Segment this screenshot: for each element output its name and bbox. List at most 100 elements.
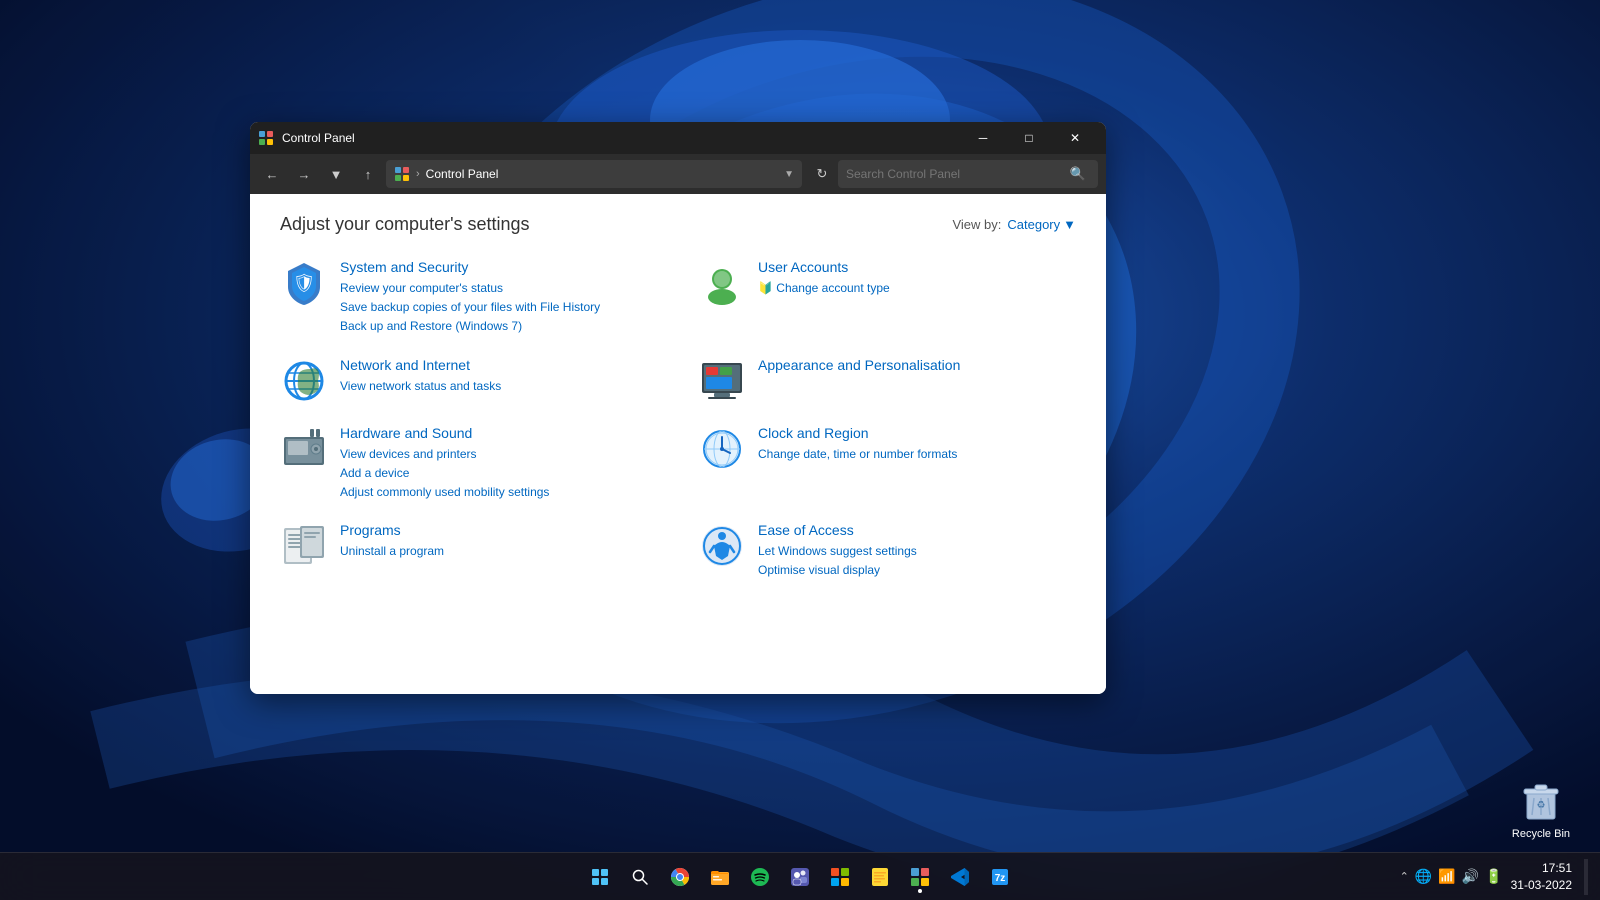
maximize-button[interactable]: □: [1006, 122, 1052, 154]
hardware-sound-text: Hardware and Sound View devices and prin…: [340, 425, 549, 503]
taskbar-spotify[interactable]: [742, 859, 778, 895]
show-desktop-button[interactable]: [1584, 859, 1588, 895]
tray-wifi-icon[interactable]: 📶: [1438, 868, 1455, 885]
view-devices-link[interactable]: View devices and printers: [340, 445, 549, 464]
window-titlebar: Control Panel ─ □ ✕: [250, 122, 1106, 154]
window-app-icon: [258, 130, 274, 146]
user-accounts-text: User Accounts 🔰 Change account type: [758, 259, 890, 298]
hardware-sound-icon: [280, 425, 328, 473]
system-backup-link[interactable]: Save backup copies of your files with Fi…: [340, 298, 600, 317]
recycle-bin-label: Recycle Bin: [1512, 828, 1570, 840]
hardware-sound-title[interactable]: Hardware and Sound: [340, 425, 549, 441]
visual-display-link[interactable]: Optimise visual display: [758, 561, 917, 580]
clock-region-title[interactable]: Clock and Region: [758, 425, 957, 441]
view-by-control: View by: Category ▼: [952, 217, 1076, 232]
minimize-button[interactable]: ─: [960, 122, 1006, 154]
recycle-bin-icon: ♻: [1517, 776, 1565, 824]
view-by-label: View by:: [952, 217, 1001, 232]
control-panel-grid: 🛡 System and Security Review your comput…: [280, 259, 1076, 581]
taskbar-clock[interactable]: 17:51 31-03-2022: [1511, 860, 1572, 894]
taskbar-teams[interactable]: [782, 859, 818, 895]
ease-of-access-title[interactable]: Ease of Access: [758, 522, 917, 538]
network-internet-icon: [280, 357, 328, 405]
tray-google-icon[interactable]: 🌐: [1415, 868, 1432, 885]
window-controls: ─ □ ✕: [960, 122, 1098, 154]
refresh-button[interactable]: ↻: [810, 162, 834, 186]
system-security-text: System and Security Review your computer…: [340, 259, 600, 337]
change-datetime-link[interactable]: Change date, time or number formats: [758, 445, 957, 464]
taskbar-chrome[interactable]: [662, 859, 698, 895]
system-security-icon: 🛡: [280, 259, 328, 307]
recent-locations-button[interactable]: ▼: [322, 160, 350, 188]
taskbar: 7z ⌃ 🌐 📶 🔊 🔋 17:51 31-03-2022: [0, 852, 1600, 900]
svg-text:🛡: 🛡: [293, 273, 316, 293]
address-text: Control Panel: [426, 167, 499, 181]
network-internet-title[interactable]: Network and Internet: [340, 357, 501, 373]
taskbar-notes[interactable]: [862, 859, 898, 895]
ease-of-access-text: Ease of Access Let Windows suggest setti…: [758, 522, 917, 580]
taskbar-7zip[interactable]: 7z: [982, 859, 1018, 895]
windows-suggest-link[interactable]: Let Windows suggest settings: [758, 542, 917, 561]
search-bar[interactable]: 🔍: [838, 160, 1098, 188]
system-review-link[interactable]: Review your computer's status: [340, 279, 600, 298]
appearance-title[interactable]: Appearance and Personalisation: [758, 357, 960, 373]
clock-region-text: Clock and Region Change date, time or nu…: [758, 425, 957, 464]
back-button[interactable]: ←: [258, 160, 286, 188]
appearance-icon: [698, 357, 746, 405]
address-bar[interactable]: › Control Panel ▼: [386, 160, 802, 188]
hardware-sound-item: Hardware and Sound View devices and prin…: [280, 425, 658, 503]
tray-volume-icon[interactable]: 🔊: [1462, 868, 1479, 885]
mobility-settings-link[interactable]: Adjust commonly used mobility settings: [340, 483, 549, 502]
content-header: Adjust your computer's settings View by:…: [280, 214, 1076, 235]
taskbar-file-explorer[interactable]: [702, 859, 738, 895]
close-button[interactable]: ✕: [1052, 122, 1098, 154]
uninstall-program-link[interactable]: Uninstall a program: [340, 542, 444, 561]
taskbar-control-panel[interactable]: [902, 859, 938, 895]
tray-battery-icon[interactable]: 🔋: [1485, 868, 1502, 885]
address-separator: ›: [416, 168, 420, 180]
control-panel-window: Control Panel ─ □ ✕ ← → ▼ ↑ › Contro: [250, 122, 1106, 694]
taskbar-store[interactable]: [822, 859, 858, 895]
page-heading: Adjust your computer's settings: [280, 214, 530, 235]
system-security-title[interactable]: System and Security: [340, 259, 600, 275]
content-area: Adjust your computer's settings View by:…: [250, 194, 1106, 694]
address-chevron[interactable]: ▼: [784, 169, 794, 180]
address-bar-icon: [394, 166, 410, 182]
programs-item: Programs Uninstall a program: [280, 522, 658, 580]
user-accounts-icon: [698, 259, 746, 307]
up-button[interactable]: ↑: [354, 160, 382, 188]
network-status-link[interactable]: View network status and tasks: [340, 377, 501, 396]
start-button[interactable]: [582, 859, 618, 895]
change-account-link[interactable]: 🔰 Change account type: [758, 279, 890, 298]
system-security-item: 🛡 System and Security Review your comput…: [280, 259, 658, 337]
view-by-dropdown[interactable]: Category ▼: [1007, 217, 1076, 232]
network-internet-item: Network and Internet View network status…: [280, 357, 658, 405]
navigation-bar: ← → ▼ ↑ › Control Panel ▼ ↻ 🔍: [250, 154, 1106, 194]
user-accounts-item: User Accounts 🔰 Change account type: [698, 259, 1076, 337]
programs-title[interactable]: Programs: [340, 522, 444, 538]
programs-text: Programs Uninstall a program: [340, 522, 444, 561]
search-button[interactable]: 🔍: [1066, 162, 1090, 186]
clock-region-icon: [698, 425, 746, 473]
system-restore-link[interactable]: Back up and Restore (Windows 7): [340, 317, 600, 336]
svg-text:♻: ♻: [1536, 800, 1545, 811]
clock-region-item: Clock and Region Change date, time or nu…: [698, 425, 1076, 503]
search-input[interactable]: [846, 167, 1060, 181]
appearance-item: Appearance and Personalisation: [698, 357, 1076, 405]
ease-of-access-icon: [698, 522, 746, 570]
svg-text:7z: 7z: [995, 873, 1006, 884]
ease-of-access-item: Ease of Access Let Windows suggest setti…: [698, 522, 1076, 580]
desktop: ♻ Recycle Bin Control Panel ─ □ ✕: [0, 0, 1600, 900]
system-tray-icons: ⌃ 🌐 📶 🔊 🔋: [1400, 868, 1503, 885]
window-title: Control Panel: [282, 131, 960, 145]
add-device-link[interactable]: Add a device: [340, 464, 549, 483]
tray-chevron[interactable]: ⌃: [1400, 870, 1409, 883]
taskbar-search-button[interactable]: [622, 859, 658, 895]
taskbar-right: ⌃ 🌐 📶 🔊 🔋 17:51 31-03-2022: [1400, 859, 1588, 895]
taskbar-vscode[interactable]: [942, 859, 978, 895]
forward-button[interactable]: →: [290, 160, 318, 188]
recycle-bin[interactable]: ♻ Recycle Bin: [1512, 776, 1570, 840]
view-by-value: Category: [1007, 217, 1060, 232]
network-internet-text: Network and Internet View network status…: [340, 357, 501, 396]
user-accounts-title[interactable]: User Accounts: [758, 259, 890, 275]
